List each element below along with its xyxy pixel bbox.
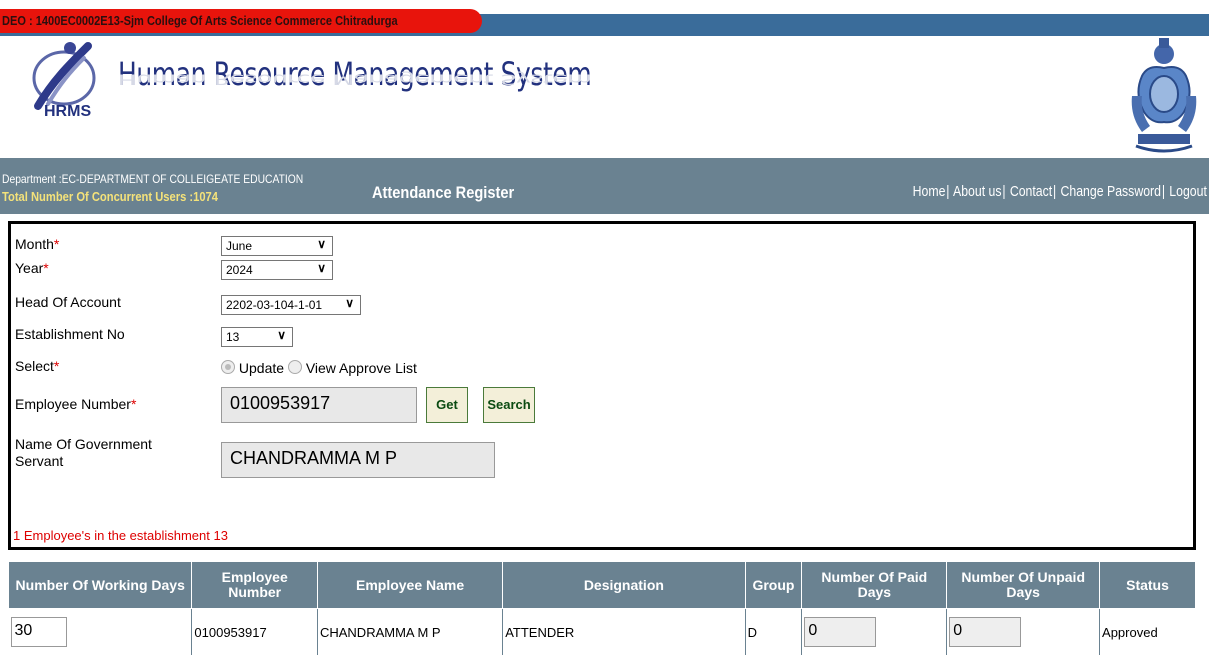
cell-working-days: 30 (9, 609, 192, 656)
info-bar: Department :EC-DEPARTMENT OF COLLEIGEATE… (0, 158, 1209, 214)
attendance-form: Month* June ∨ Year* 2024 ∨ Head Of Account… (8, 221, 1196, 550)
month-label: Month* (15, 236, 60, 252)
col-unpaid-days: Number Of Unpaid Days (946, 561, 1101, 609)
attendance-table: Number Of Working Days Employee Number E… (7, 561, 1196, 656)
paid-days-input[interactable]: 0 (804, 617, 877, 647)
head-of-account-select[interactable]: 2202-03-104-1-01 ∨ (221, 295, 361, 315)
deo-text: DEO : 1400EC0002E13-Sjm College Of Arts … (2, 13, 398, 28)
nav-logout[interactable]: Logout (1169, 183, 1207, 200)
name-input[interactable]: CHANDRAMMA M P (221, 442, 495, 478)
cell-paid-days: 0 (801, 608, 947, 655)
col-designation: Designation (502, 561, 746, 609)
top-nav: Home| About us| Contact| Change Password… (912, 183, 1207, 200)
hrms-logo-icon: HRMS (32, 42, 96, 118)
chevron-down-icon: ∨ (345, 296, 354, 310)
app-name-reflection: Human Resource Management System (118, 70, 592, 88)
department-text: Department :EC-DEPARTMENT OF COLLEIGEATE… (2, 172, 304, 186)
unpaid-days-input[interactable]: 0 (949, 617, 1022, 647)
page-title: Attendance Register (372, 183, 515, 202)
name-label: Name Of Government Servant (15, 436, 152, 469)
employee-number-input[interactable]: 0100953917 (221, 387, 417, 423)
nav-about-us[interactable]: About us (953, 183, 1002, 200)
cell-employee-number: 0100953917 (191, 608, 318, 655)
radio-update-label: Update (238, 360, 285, 376)
nav-contact[interactable]: Contact (1010, 183, 1052, 200)
col-employee-number: Employee Number (191, 561, 318, 609)
employee-count-message: 1 Employee's in the establishment 13 (13, 528, 228, 543)
deo-banner: DEO : 1400EC0002E13-Sjm College Of Arts … (0, 9, 482, 33)
chevron-down-icon: ∨ (317, 237, 326, 251)
year-label: Year* (15, 260, 49, 276)
month-select[interactable]: June ∨ (221, 236, 333, 256)
chevron-down-icon: ∨ (277, 328, 286, 342)
nav-home[interactable]: Home (913, 183, 946, 200)
cell-group: D (744, 608, 802, 655)
karnataka-emblem-icon (1131, 38, 1197, 153)
top-bar: DEO : 1400EC0002E13-Sjm College Of Arts … (0, 0, 1209, 36)
logo-text: HRMS (44, 103, 91, 118)
concurrent-users-text: Total Number Of Concurrent Users :1074 (2, 189, 218, 204)
get-button[interactable]: Get (426, 387, 468, 423)
radio-view-approve-list-label: View Approve List (305, 360, 417, 376)
cell-unpaid-days: 0 (946, 608, 1100, 655)
col-employee-name: Employee Name (316, 561, 504, 609)
table-header-row: Number Of Working Days Employee Number E… (7, 561, 1196, 609)
radio-update[interactable] (221, 360, 235, 374)
select-radio-group: Update View Approve List (221, 360, 417, 376)
search-button[interactable]: Search (483, 387, 535, 423)
radio-view-approve-list[interactable] (287, 360, 302, 374)
col-group: Group (744, 561, 803, 609)
col-status: Status (1099, 561, 1196, 609)
working-days-input[interactable]: 30 (10, 617, 67, 647)
employee-number-label: Employee Number* (15, 396, 137, 412)
col-paid-days: Number Of Paid Days (801, 561, 948, 609)
cell-designation: ATTENDER (502, 608, 746, 655)
cell-employee-name: CHANDRAMMA M P (316, 608, 503, 655)
establishment-no-label: Establishment No (15, 326, 125, 342)
table-row: 30 0100953917 CHANDRAMMA M P ATTENDER D … (9, 608, 1196, 656)
col-working-days: Number Of Working Days (7, 561, 193, 609)
chevron-down-icon: ∨ (317, 261, 326, 275)
cell-status: Approved (1099, 608, 1196, 655)
select-label: Select* (15, 358, 60, 374)
year-select[interactable]: 2024 ∨ (221, 260, 333, 280)
establishment-no-select[interactable]: 13 ∨ (221, 327, 293, 347)
head-of-account-label: Head Of Account (15, 294, 121, 310)
nav-change-password[interactable]: Change Password (1061, 183, 1162, 200)
